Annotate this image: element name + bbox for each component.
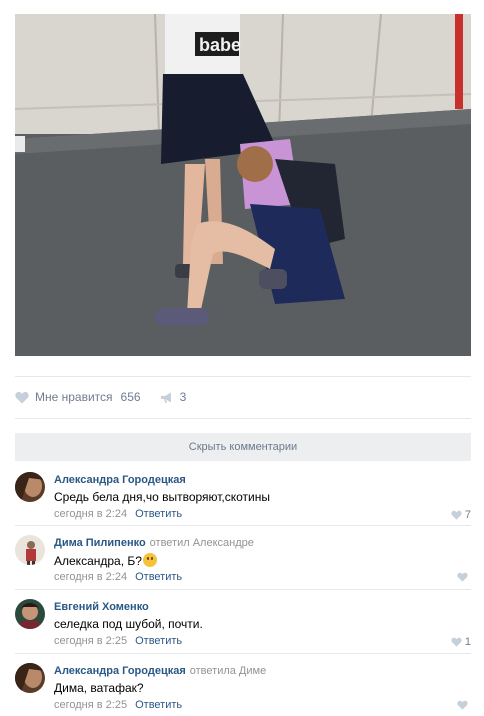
comment-text: Александра, Б? [54,554,142,568]
comment: Евгений Хоменко селедка под шубой, почти… [15,592,471,652]
heart-icon [457,572,468,582]
avatar[interactable] [15,663,45,693]
comment-text: Средь бела дня,чо вытворяют,скотины [54,490,271,504]
comment-like-button[interactable] [457,700,471,710]
heart-icon [451,510,462,520]
avatar[interactable] [15,599,45,629]
reply-button[interactable]: Ответить [135,571,182,583]
divider [15,418,471,419]
reply-to[interactable]: ответила Диме [190,665,266,677]
reply-button[interactable]: Ответить [135,635,182,647]
reply-button[interactable]: Ответить [135,508,182,520]
smile-emoji-icon [142,553,157,567]
like-label: Мне нравится [35,390,113,404]
comment-like-count: 7 [464,509,471,521]
divider [15,653,471,654]
comment-like-button[interactable]: 1 [451,636,471,648]
heart-icon [457,700,468,710]
megaphone-icon [160,392,171,403]
comment-author[interactable]: Дима Пилипенко [54,537,146,549]
reply-to[interactable]: ответил Александре [150,537,254,549]
comment-like-button[interactable] [457,572,471,582]
comment-author[interactable]: Евгений Хоменко [54,601,149,613]
reply-button[interactable]: Ответить [135,699,182,711]
post-actions: Мне нравится 656 3 [15,386,186,408]
comment-author[interactable]: Александра Городецкая [54,665,186,677]
comment-author[interactable]: Александра Городецкая [54,474,186,486]
comment: Александра Городецкая ответила Диме Дима,… [15,656,471,716]
divider [15,376,471,377]
divider [15,589,471,590]
comment-like-button[interactable]: 7 [451,509,471,521]
comment-time[interactable]: сегодня в 2:25 [54,635,127,647]
comment-like-count: 1 [464,636,471,648]
comment-time[interactable]: сегодня в 2:25 [54,699,127,711]
like-button[interactable]: Мне нравится 656 [15,390,141,404]
hide-comments-button[interactable]: Скрыть комментарии [15,433,471,461]
divider [15,525,471,526]
post-photo-image: babe [15,14,471,356]
avatar[interactable] [15,535,45,565]
share-button[interactable]: 3 [160,390,187,404]
comment-text: селедка под шубой, почти. [54,617,203,631]
comment: Александра Городецкая Средь бела дня,чо … [15,465,471,525]
comment-time[interactable]: сегодня в 2:24 [54,508,127,520]
shirt-text: babe [199,35,241,55]
comment-time[interactable]: сегодня в 2:24 [54,571,127,583]
heart-icon [451,637,462,647]
avatar[interactable] [15,472,45,502]
like-count: 656 [120,390,141,404]
heart-icon [15,391,29,403]
comment: Дима Пилипенко ответил Александре Алексан… [15,528,471,588]
comment-text: Дима, ватафак? [54,681,144,695]
share-count: 3 [179,390,187,404]
post-photo[interactable]: babe [15,14,471,356]
